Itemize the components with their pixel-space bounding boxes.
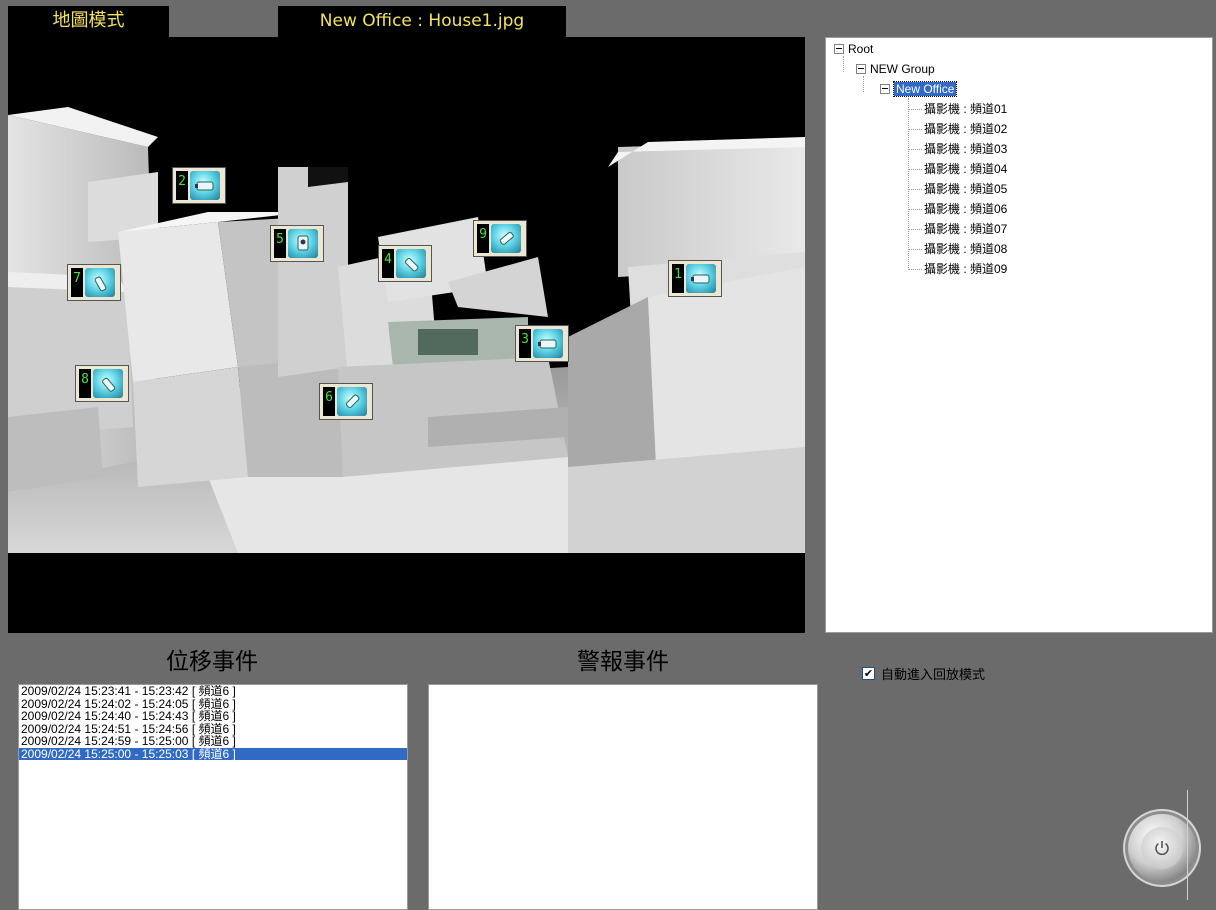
device-tree[interactable]: Root NEW Group New Office 攝影機 : 頻道01 攝影機 … [825, 37, 1213, 633]
camera-number: 8 [79, 369, 91, 398]
tree-node-label: New Office [892, 81, 958, 97]
bullet-camera-icon [337, 387, 367, 416]
tree-node-office[interactable]: New Office [880, 80, 958, 98]
camera-marker-6[interactable]: 6 [319, 383, 373, 420]
camera-number: 3 [519, 329, 531, 358]
collapse-icon[interactable] [880, 83, 890, 94]
camera-marker-5[interactable]: 5 [270, 225, 324, 262]
checkbox-check-icon[interactable]: ✔ [862, 667, 875, 680]
event-row[interactable]: 2009/02/24 15:24:59 - 15:25:00 [ 頻道6 ] [19, 735, 407, 748]
camera-marker-1[interactable]: 1 [668, 260, 722, 297]
tree-node-channel[interactable]: 攝影機 : 頻道05 [924, 180, 1007, 198]
event-row[interactable]: 2009/02/24 15:23:41 - 15:23:42 [ 頻道6 ] [19, 685, 407, 698]
bullet-camera-icon [491, 224, 521, 253]
tree-line [908, 98, 909, 268]
tree-node-channel[interactable]: 攝影機 : 頻道02 [924, 120, 1007, 138]
tree-node-group[interactable]: NEW Group [856, 60, 935, 78]
tree-node-channel[interactable]: 攝影機 : 頻道01 [924, 100, 1007, 118]
dome-camera-icon [686, 264, 716, 293]
camera-number: 4 [382, 249, 394, 278]
tree-line [908, 169, 922, 170]
camera-number: 1 [672, 264, 684, 293]
tree-line [908, 189, 922, 190]
camera-number: 6 [323, 387, 335, 416]
tree-node-channel[interactable]: 攝影機 : 頻道09 [924, 260, 1007, 278]
camera-number: 2 [176, 171, 188, 200]
tree-line [908, 209, 922, 210]
tree-node-channel[interactable]: 攝影機 : 頻道08 [924, 240, 1007, 258]
tree-node-root[interactable]: Root [834, 40, 873, 58]
camera-marker-4[interactable]: 4 [378, 245, 432, 282]
camera-marker-2[interactable]: 2 [172, 167, 226, 204]
tree-node-channel[interactable]: 攝影機 : 頻道06 [924, 200, 1007, 218]
power-button[interactable] [1128, 814, 1196, 882]
tree-line [908, 229, 922, 230]
motion-event-list[interactable]: 2009/02/24 15:23:41 - 15:23:42 [ 頻道6 ] 20… [18, 684, 408, 910]
camera-number: 5 [274, 229, 286, 258]
divider [1187, 790, 1188, 900]
tree-node-label: NEW Group [870, 62, 935, 76]
tree-node-channel[interactable]: 攝影機 : 頻道07 [924, 220, 1007, 238]
tree-line [863, 76, 864, 92]
tree-node-label: Root [848, 42, 874, 56]
event-row[interactable]: 2009/02/24 15:25:00 - 15:25:03 [ 頻道6 ] [19, 747, 407, 760]
tree-node-channel[interactable]: 攝影機 : 頻道04 [924, 160, 1007, 178]
tree-line [908, 249, 922, 250]
dome-camera-icon [533, 329, 563, 358]
camera-marker-3[interactable]: 3 [515, 325, 569, 362]
tree-line [908, 149, 922, 150]
map-mode-tab[interactable]: 地圖模式 [8, 6, 169, 37]
power-icon [1141, 827, 1183, 869]
camera-number: 9 [477, 224, 489, 253]
auto-playback-label: 自動進入回放模式 [881, 668, 986, 683]
motion-events-title: 位移事件 [166, 649, 258, 675]
bullet-camera-icon [85, 268, 115, 297]
tree-line [908, 109, 922, 110]
camera-marker-8[interactable]: 8 [75, 365, 129, 402]
event-row[interactable]: 2009/02/24 15:24:40 - 15:24:43 [ 頻道6 ] [19, 710, 407, 723]
tree-node-channel[interactable]: 攝影機 : 頻道03 [924, 140, 1007, 158]
collapse-icon[interactable] [834, 43, 844, 54]
map-view[interactable]: 1 2 3 4 5 6 7 8 9 [8, 37, 805, 633]
alarm-event-list[interactable] [428, 684, 818, 910]
camera-marker-9[interactable]: 9 [473, 220, 527, 257]
dome-camera-icon [190, 171, 220, 200]
alarm-events-title: 警報事件 [577, 649, 669, 675]
auto-playback-checkbox[interactable]: ✔ 自動進入回放模式 [862, 664, 985, 683]
tree-line [908, 269, 922, 270]
camera-number: 7 [71, 268, 83, 297]
tree-line [843, 56, 844, 72]
map-file-title: New Office : House1.jpg [278, 6, 566, 37]
tree-line [908, 129, 922, 130]
camera-marker-7[interactable]: 7 [67, 264, 121, 301]
camera-front-icon [288, 229, 318, 258]
bullet-camera-icon [396, 249, 426, 278]
collapse-icon[interactable] [856, 63, 866, 74]
bullet-camera-icon [93, 369, 123, 398]
